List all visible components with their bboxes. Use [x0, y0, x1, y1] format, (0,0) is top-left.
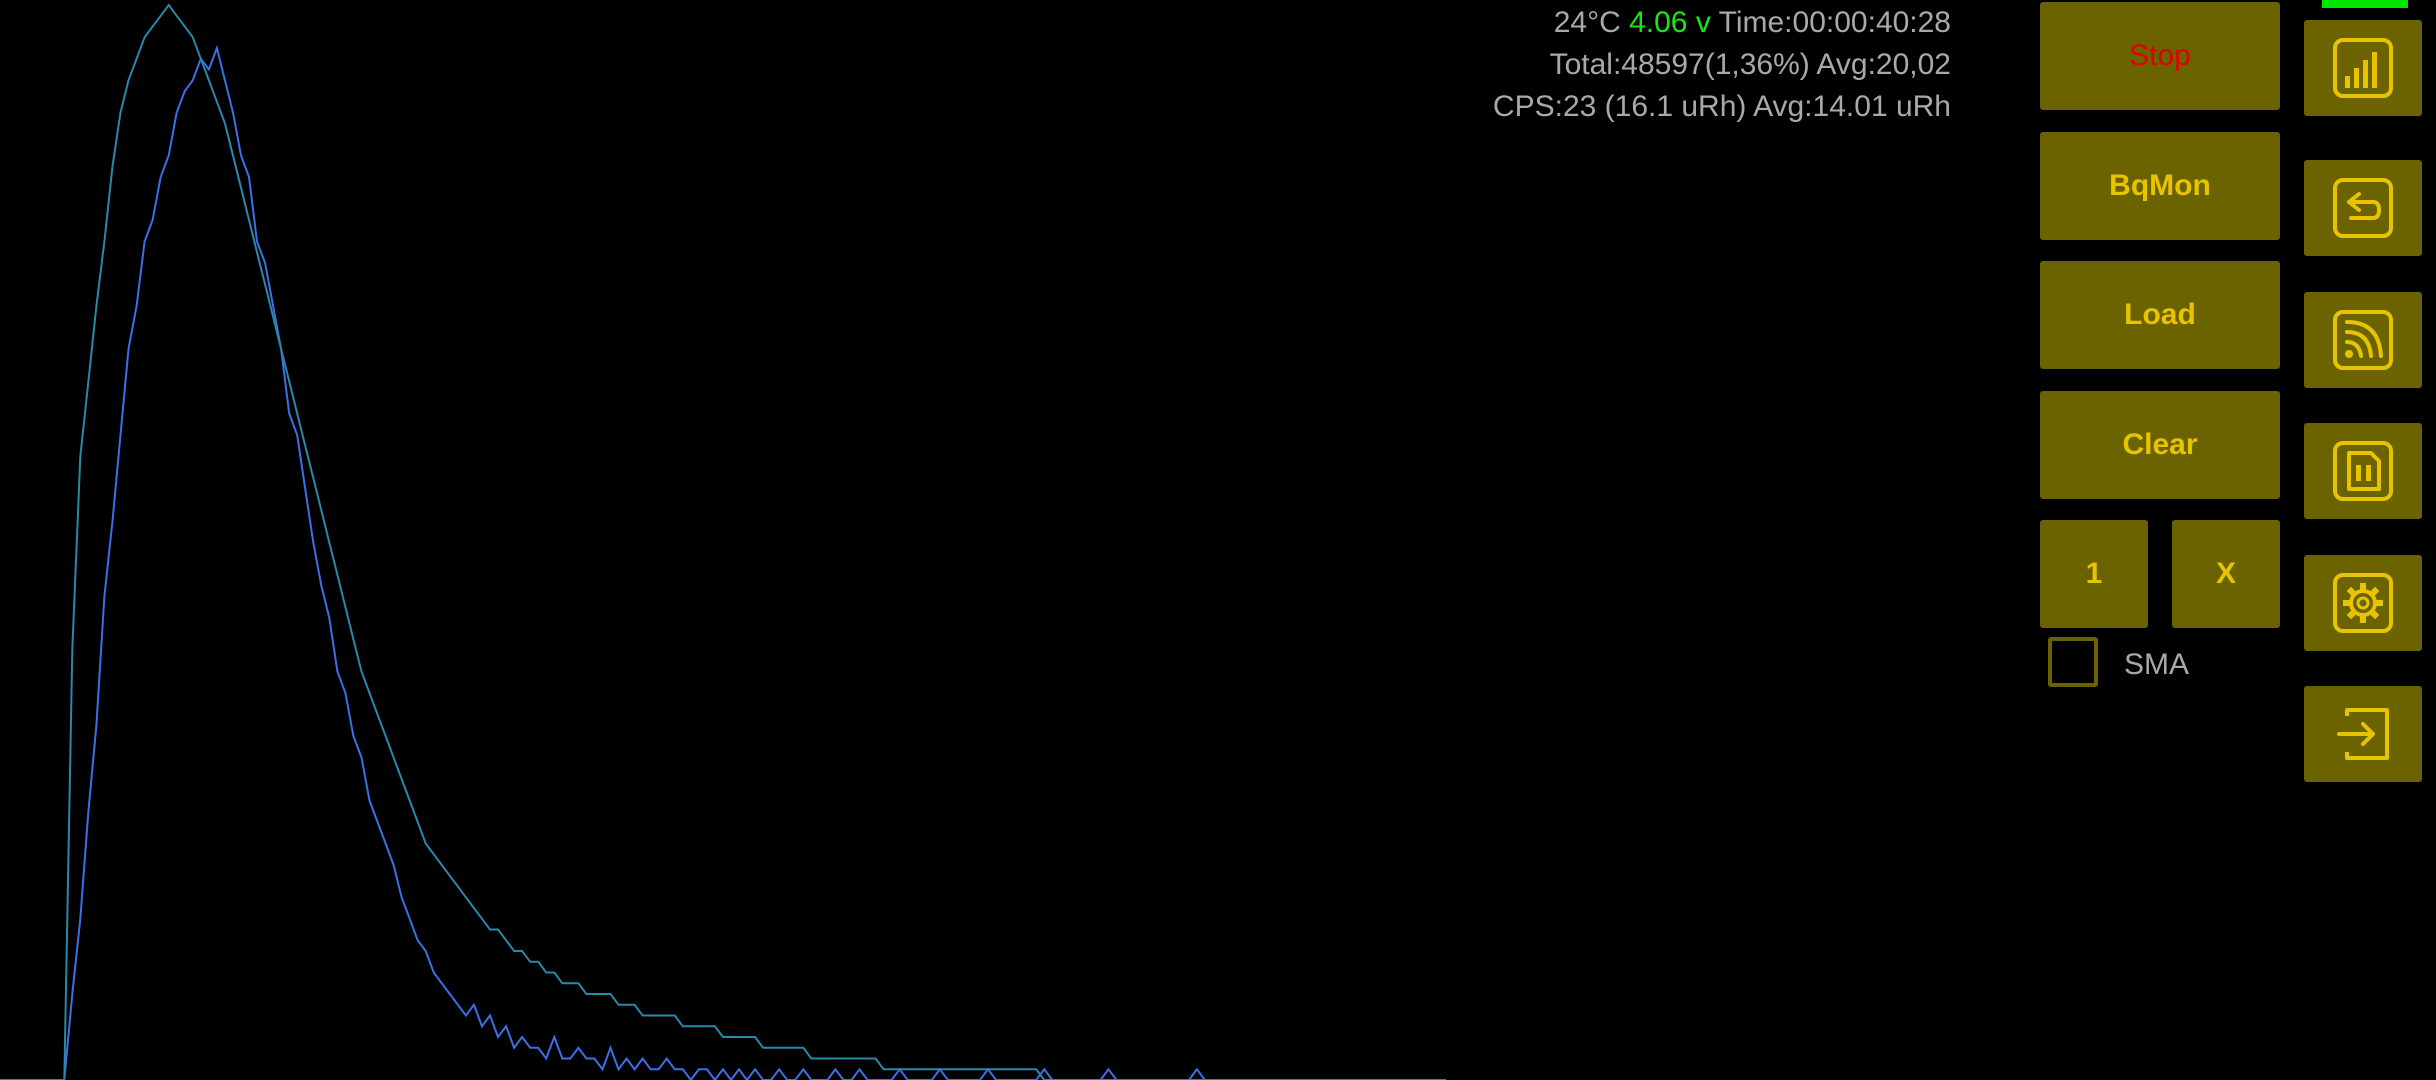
spectrum-series-2 [0, 3, 1446, 1080]
sma-checkbox[interactable] [2048, 637, 2098, 687]
voltage-readout: 4.06 v [1629, 6, 1711, 39]
sma-label: SMA [2124, 648, 2190, 681]
scale-x-button[interactable]: X [2172, 520, 2280, 628]
sd-card-button[interactable] [2304, 423, 2422, 519]
temperature-readout: 24°C [1553, 6, 1621, 39]
time-readout: Time:00:00:40:28 [1718, 6, 1951, 39]
spectrum-bars-icon [2333, 38, 2393, 98]
bqmon-button[interactable]: BqMon [2040, 132, 2280, 240]
clear-button[interactable]: Clear [2040, 391, 2280, 499]
load-button[interactable]: Load [2040, 261, 2280, 369]
back-button[interactable] [2304, 160, 2422, 256]
spectrum-app: 24°C 4.06 v Time:00:00:40:28 Total:48597… [0, 0, 2436, 1080]
status-line-temperature-voltage-time: 24°C 4.06 v Time:00:00:40:28 [1554, 8, 1951, 38]
broadcast-button[interactable] [2304, 292, 2422, 388]
spectrum-bars-button[interactable] [2304, 20, 2422, 116]
back-arrow-icon [2333, 178, 2393, 238]
exit-button[interactable] [2304, 686, 2422, 782]
settings-button[interactable] [2304, 555, 2422, 651]
total-counts-readout: Total:48597(1,36%) Avg:20,02 [1549, 48, 1951, 81]
spectrum-series-1 [0, 44, 1438, 1080]
battery-indicator [2322, 0, 2408, 8]
exit-icon [2337, 708, 2389, 760]
broadcast-icon [2333, 310, 2393, 370]
gear-icon [2333, 573, 2393, 633]
stop-button[interactable]: Stop [2040, 2, 2280, 110]
cps-readout: CPS:23 (16.1 uRh) Avg:14.01 uRh [1492, 90, 1951, 123]
scale-one-button[interactable]: 1 [2040, 520, 2148, 628]
sd-card-icon [2333, 441, 2393, 501]
